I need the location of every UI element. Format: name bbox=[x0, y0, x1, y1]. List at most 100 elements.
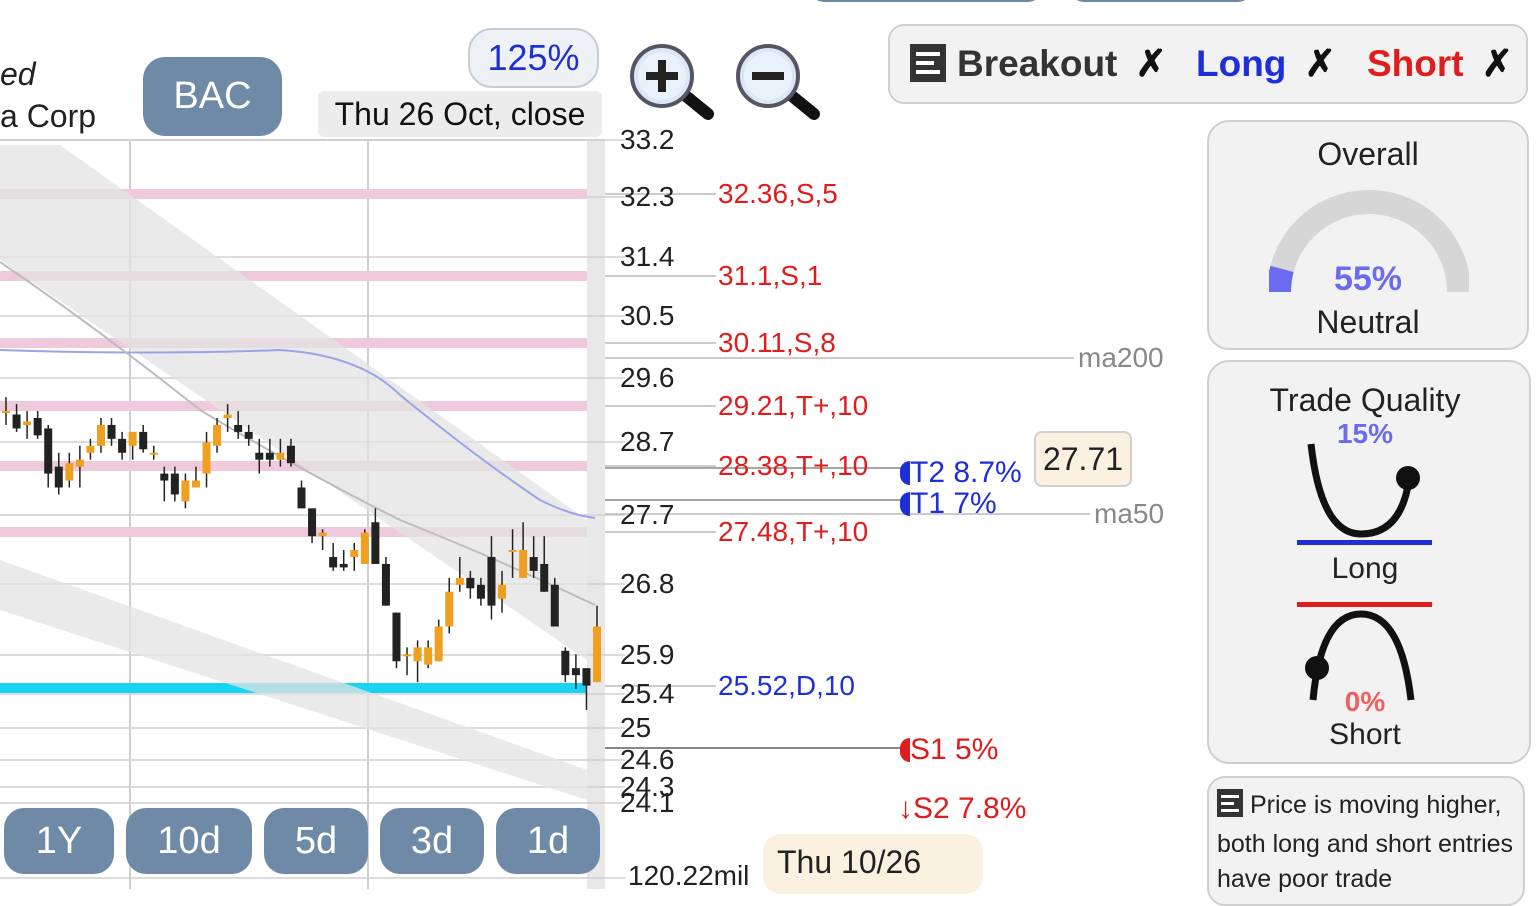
candle-body bbox=[350, 550, 359, 557]
candle-body bbox=[318, 532, 327, 537]
overall-title: Overall bbox=[1317, 136, 1419, 172]
price-axis-tick: 30.5 bbox=[620, 300, 675, 331]
ma200-label: ma200 bbox=[1078, 342, 1164, 373]
s2-target: ↓S2 7.8% bbox=[898, 792, 1027, 825]
long-quality-curve-icon bbox=[1307, 443, 1420, 538]
candle-body bbox=[413, 647, 422, 662]
candle-body bbox=[540, 563, 549, 592]
candle bbox=[297, 480, 306, 509]
candle-body bbox=[466, 577, 475, 589]
candle bbox=[149, 445, 158, 460]
candle-body bbox=[234, 424, 243, 432]
overall-percent: 55% bbox=[1333, 260, 1403, 298]
candle-body bbox=[160, 473, 169, 481]
candle-body bbox=[223, 414, 232, 418]
price-axis-tick: 25 bbox=[620, 712, 652, 743]
current-price-badge: 27.71 bbox=[1034, 431, 1132, 487]
t2-target: T2 8.7% bbox=[900, 456, 1022, 490]
candle-body bbox=[371, 522, 380, 564]
candle-body bbox=[487, 557, 496, 606]
candle-body bbox=[65, 463, 74, 481]
candle bbox=[33, 411, 42, 439]
candle-body bbox=[582, 668, 591, 686]
short-quality-line bbox=[1297, 602, 1432, 607]
overall-panel: Overall 55% Neutral bbox=[1207, 120, 1529, 350]
trade-quality-panel: Trade Quality 15% Long 0% Short bbox=[1207, 360, 1531, 764]
t1-marker-icon bbox=[900, 492, 910, 516]
timeframe-1d-button[interactable]: 1d bbox=[496, 808, 600, 874]
candle-body bbox=[265, 452, 274, 460]
s2-arrow-down-icon: ↓ bbox=[898, 792, 913, 825]
t1-target: T1 7% bbox=[900, 487, 997, 521]
price-axis-tick: 32.3 bbox=[620, 181, 675, 212]
candle bbox=[350, 543, 359, 571]
candle-body bbox=[508, 550, 517, 553]
candle-body bbox=[297, 487, 306, 509]
candle-body bbox=[255, 452, 264, 460]
candle-body bbox=[75, 459, 84, 467]
candle bbox=[392, 612, 401, 669]
candle-body bbox=[498, 584, 507, 599]
candle bbox=[54, 452, 63, 495]
level-label: 32.36,S,5 bbox=[718, 178, 838, 209]
candle-body bbox=[276, 452, 285, 460]
candle-body bbox=[445, 591, 454, 627]
level-label: 29.21,T+,10 bbox=[718, 390, 869, 421]
candle bbox=[75, 445, 84, 488]
candle bbox=[329, 543, 338, 571]
trade-quality-title: Trade Quality bbox=[1269, 382, 1461, 418]
candle-body bbox=[128, 431, 137, 446]
ma50-label: ma50 bbox=[1094, 498, 1165, 529]
short-quality-label: Short bbox=[1329, 718, 1401, 751]
price-axis-tick: 27.7 bbox=[620, 499, 675, 530]
candle-body bbox=[381, 563, 390, 606]
timeframe-10d-button[interactable]: 10d bbox=[126, 808, 252, 874]
level-label: 31.1,S,1 bbox=[718, 260, 823, 291]
candle-body bbox=[33, 418, 42, 436]
candle-body bbox=[96, 424, 105, 446]
candle-body bbox=[308, 508, 317, 537]
candle-body bbox=[202, 442, 211, 474]
candle bbox=[160, 466, 169, 502]
candle bbox=[413, 640, 422, 683]
candle bbox=[550, 577, 559, 627]
candle-body bbox=[360, 532, 369, 564]
price-axis-tick: 25.9 bbox=[620, 639, 675, 670]
candle bbox=[118, 431, 127, 460]
candle-body bbox=[107, 424, 116, 439]
price-axis-tick: 26.8 bbox=[620, 568, 675, 599]
price-axis-tick: 31.4 bbox=[620, 241, 675, 272]
candle-body bbox=[12, 414, 21, 429]
candle-body bbox=[23, 421, 32, 425]
candle bbox=[403, 647, 412, 676]
t2-marker-icon bbox=[900, 461, 910, 485]
price-axis-tick: 29.6 bbox=[620, 362, 675, 393]
candle-body bbox=[434, 626, 443, 662]
candle-body bbox=[392, 612, 401, 662]
candle-body bbox=[519, 550, 528, 578]
level-label: 30.11,S,8 bbox=[718, 327, 836, 358]
price-axis-tick: 25.4 bbox=[620, 678, 675, 709]
volume-label: 120.22mil bbox=[628, 860, 750, 891]
candle bbox=[181, 473, 190, 509]
candle-body bbox=[550, 584, 559, 627]
candle-body bbox=[2, 411, 10, 414]
candle bbox=[424, 640, 433, 669]
candle-body bbox=[139, 431, 148, 450]
candle-body bbox=[339, 563, 348, 568]
timeframe-5d-button[interactable]: 5d bbox=[264, 808, 368, 874]
candle-body bbox=[54, 466, 63, 488]
short-quality-percent: 0% bbox=[1344, 686, 1386, 717]
timeframe-1y-button[interactable]: 1Y bbox=[4, 808, 114, 874]
candle bbox=[445, 577, 454, 634]
candle bbox=[339, 550, 348, 571]
price-axis-tick: 28.7 bbox=[620, 426, 675, 457]
candle-body bbox=[118, 438, 127, 453]
long-quality-label: Long bbox=[1331, 552, 1399, 585]
timeframe-3d-button[interactable]: 3d bbox=[380, 808, 484, 874]
candle-body bbox=[403, 654, 412, 657]
candle bbox=[381, 557, 390, 606]
candle-body bbox=[561, 650, 570, 676]
price-axis-tick: 24.1 bbox=[620, 787, 675, 818]
candle-body bbox=[244, 431, 253, 439]
